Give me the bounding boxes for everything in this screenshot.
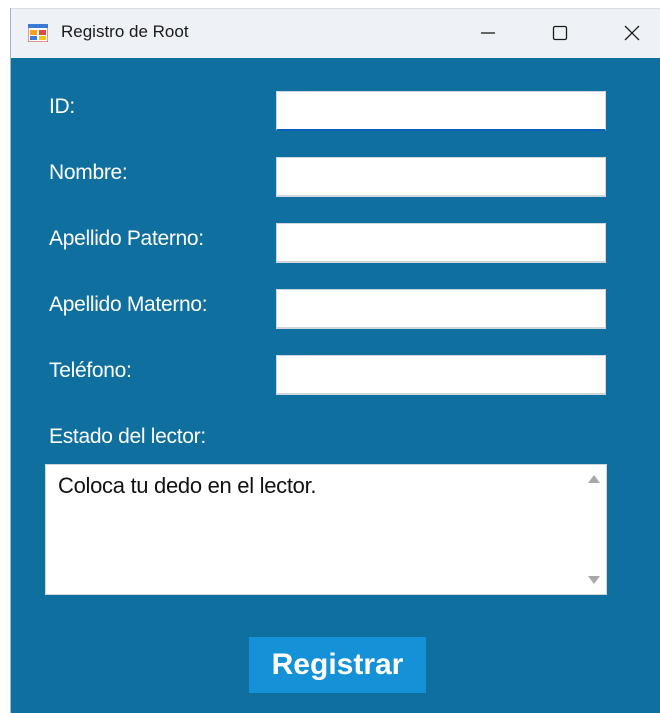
app-form-icon xyxy=(28,24,48,42)
scroll-up-arrow-icon[interactable] xyxy=(588,475,600,483)
reader-status-text: Coloca tu dedo en el lector. xyxy=(58,473,317,498)
maximize-button[interactable] xyxy=(532,9,588,57)
maximize-icon xyxy=(552,25,568,41)
close-icon xyxy=(624,25,640,41)
id-field[interactable] xyxy=(276,91,606,131)
apellido-paterno-label: Apellido Paterno: xyxy=(49,227,204,250)
form-area: ID: Nombre: Apellido Paterno: Apellido M… xyxy=(11,58,660,713)
minimize-icon xyxy=(481,32,495,34)
registro-window: Registro de Root ID: Nombre: Apellido Pa… xyxy=(10,8,660,713)
scroll-down-arrow-icon[interactable] xyxy=(588,576,600,584)
apellido-paterno-field[interactable] xyxy=(276,223,606,263)
window-title: Registro de Root xyxy=(61,22,189,41)
minimize-button[interactable] xyxy=(460,9,516,57)
status-scrollbar[interactable] xyxy=(583,466,605,593)
reader-status-textbox[interactable]: Coloca tu dedo en el lector. xyxy=(45,464,607,595)
id-label: ID: xyxy=(49,95,75,118)
estado-lector-label: Estado del lector: xyxy=(49,425,206,448)
apellido-materno-field[interactable] xyxy=(276,289,606,329)
registrar-button[interactable]: Registrar xyxy=(249,637,426,693)
telefono-field[interactable] xyxy=(276,355,606,395)
nombre-field[interactable] xyxy=(276,157,606,197)
close-button[interactable] xyxy=(604,9,660,57)
apellido-materno-label: Apellido Materno: xyxy=(49,293,208,316)
nombre-label: Nombre: xyxy=(49,161,128,184)
telefono-label: Teléfono: xyxy=(49,359,132,382)
title-bar[interactable]: Registro de Root xyxy=(11,8,660,58)
